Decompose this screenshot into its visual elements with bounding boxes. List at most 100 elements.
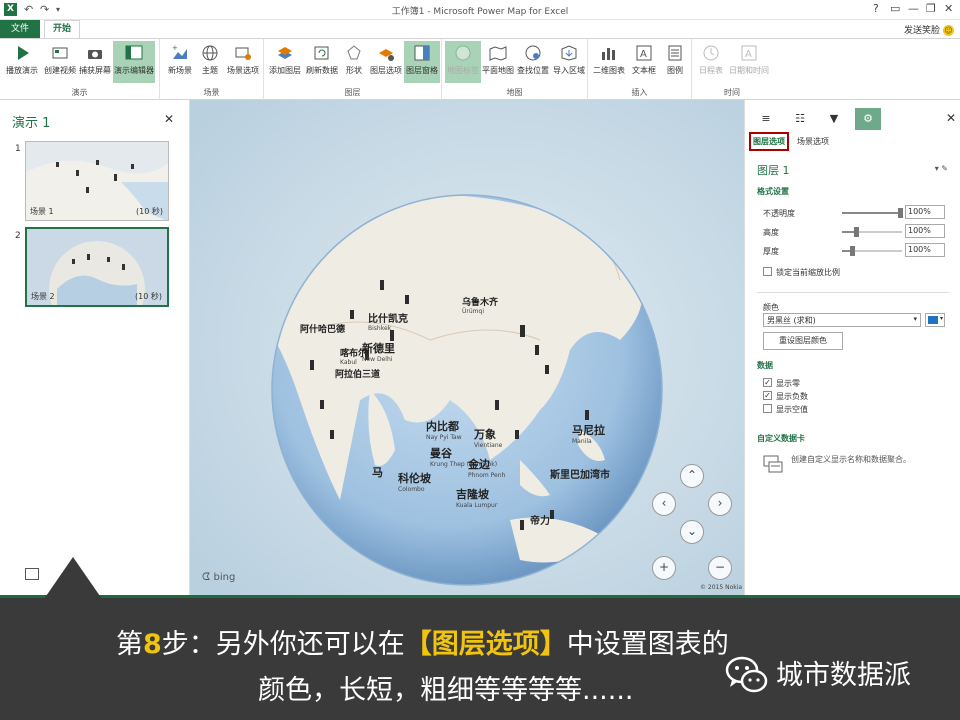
ribbon-group-layer: 添加图层 刷新数据 形状 图层选项 图层窗格 图层 [264,39,442,100]
height-input[interactable]: 100% [905,224,945,238]
map-label-zh: 帝力 [530,516,550,527]
opacity-label: 不透明度 [763,209,795,218]
rotate-right-button[interactable]: › [708,492,732,516]
reset-layer-color-button[interactable]: 重设图层颜色 [763,332,843,350]
opacity-slider[interactable] [842,208,903,218]
tilt-down-button[interactable]: ⌄ [680,520,704,544]
shapes-button[interactable]: 形状 [341,41,367,83]
globe-map-view[interactable]: 比什凯克 Bishkek 乌鲁木齐 Ürümqi 阿什哈巴德 喀布尔 Kabul… [190,100,744,595]
tab-file[interactable]: 文件 [0,20,40,38]
close-window-icon[interactable]: ✕ [944,2,953,15]
height-slider[interactable] [842,227,902,237]
show-zero-checkbox[interactable]: ✓ [763,378,772,387]
refresh-data-button[interactable]: 刷新数据 [304,41,340,83]
custom-card-description: 创建自定义显示名称和数据聚合。 [791,455,911,464]
map-label-zh: 万象 [474,428,496,441]
close-tour-panel-icon[interactable]: ✕ [164,112,174,126]
map-labels-button[interactable]: 地图标签 [445,41,481,83]
map-label-en: Nay Pyi Taw [426,434,462,441]
flat-map-button[interactable]: 平面地图 [481,41,515,83]
subtab-layer-options[interactable]: 图层选项 [749,132,789,151]
divider [757,292,949,293]
section-format: 格式设置 [757,187,789,196]
scene-options-button[interactable]: 场景选项 [224,41,262,83]
show-empty-checkbox[interactable] [763,404,772,413]
thickness-input[interactable]: 100% [905,243,945,257]
tab-home[interactable]: 开始 [44,20,80,38]
scene-card-2[interactable]: 场景 2 (10 秒) [25,227,169,307]
ribbon: 播放演示 创建视频 捕获屏幕 演示编辑器 演示 + 新场景 主题 场景选项 场景 [0,38,960,100]
height-label: 高度 [763,228,779,237]
help-icon[interactable]: ? [873,2,879,15]
map-label-en: Kuala Lumpur [456,502,498,509]
height-slider-thumb[interactable] [854,227,859,237]
minimize-icon[interactable]: — [908,2,919,15]
caption-line-1: 第8步：另外你还可以在【图层选项】中设置图表的 [116,622,729,661]
text-box-button[interactable]: A 文本框 [628,41,660,83]
tour-editor-button[interactable]: 演示编辑器 [113,41,155,83]
map-label-en: Manila [572,438,592,445]
flat-map-icon [489,46,507,61]
add-layer-label: 添加图层 [269,66,301,75]
lock-scale-checkbox[interactable] [763,267,772,276]
find-location-button[interactable]: 查找位置 [515,41,551,83]
ribbon-display-icon[interactable]: ▭ [890,2,900,15]
rename-layer-icon[interactable]: ✎ [941,164,948,173]
opacity-slider-thumb[interactable] [898,208,903,218]
scene-1-duration: (10 秒) [136,207,163,216]
date-time-icon: A [741,45,757,61]
scene-2-duration: (10 秒) [135,292,162,301]
map-label: 阿什哈巴德 [300,322,345,335]
thickness-slider[interactable] [842,246,902,256]
group-label-layer: 图层 [344,88,361,97]
restore-icon[interactable]: ❐ [926,2,936,15]
smile-icon: ☺ [943,25,954,36]
filter-tab-icon[interactable]: ▼ [821,108,847,130]
layer-options-icon [379,49,394,61]
zoom-in-button[interactable]: + [652,556,676,580]
field-list-tab-icon[interactable]: ☷ [787,108,813,130]
zoom-out-button[interactable]: − [708,556,732,580]
text-box-icon: A [636,45,652,61]
map-label: 金边 Phnom Penh [468,456,505,479]
rotate-left-button[interactable]: ‹ [652,492,676,516]
play-tour-label: 播放演示 [6,66,38,75]
play-tour-button[interactable]: 播放演示 [4,41,40,83]
capture-screen-button[interactable]: 捕获屏幕 [78,41,112,83]
new-scene-button[interactable]: + 新场景 [164,41,196,83]
opacity-input[interactable]: 100% [905,205,945,219]
thickness-slider-thumb[interactable] [850,246,855,256]
settings-tab-icon[interactable]: ⚙ [855,108,881,130]
map-labels-icon [455,45,471,61]
caption-step-prefix: 第 [116,629,143,660]
tilt-up-button[interactable]: ⌃ [680,464,704,488]
color-picker-button[interactable]: ▾ [925,313,945,327]
add-layer-button[interactable]: 添加图层 [267,41,303,83]
themes-button[interactable]: 主题 [196,41,224,83]
subtab-scene-options[interactable]: 场景选项 [797,136,829,147]
timeline-button[interactable]: 日程表 [695,41,727,83]
map-label-zh: 吉隆坡 [456,488,489,501]
group-label-time: 时间 [724,88,740,97]
legend-button[interactable]: 图例 [660,41,690,83]
import-region-button[interactable]: 导入区域 [551,41,587,83]
2d-chart-button[interactable]: 二维图表 [591,41,627,83]
send-smile-button[interactable]: 发送笑脸 ☺ [904,23,954,36]
layer-dropdown-icon[interactable]: ▾ [935,164,939,173]
date-time-button[interactable]: A 日期和时间 [728,41,770,83]
data-card-icon[interactable] [763,455,783,473]
caption-pointer [44,557,102,599]
scene-card-1[interactable]: 场景 1 (10 秒) [25,141,169,221]
2d-chart-label: 二维图表 [593,66,625,75]
add-scene-icon[interactable] [25,568,39,580]
layer-pane-button[interactable]: 图层窗格 [404,41,440,83]
scene-2-label: 场景 2 [31,292,55,301]
group-label-scene: 场景 [203,88,220,97]
close-layer-pane-icon[interactable]: ✕ [946,111,956,125]
layers-tab-icon[interactable]: ≡ [753,108,779,130]
layer-options-button[interactable]: 图层选项 [368,41,404,83]
show-negative-checkbox[interactable]: ✓ [763,391,772,400]
layer-pane-label: 图层窗格 [406,66,438,75]
color-series-select[interactable]: 男黑丝 (求和) ▾ [763,313,921,327]
create-video-button[interactable]: 创建视频 [42,41,78,83]
